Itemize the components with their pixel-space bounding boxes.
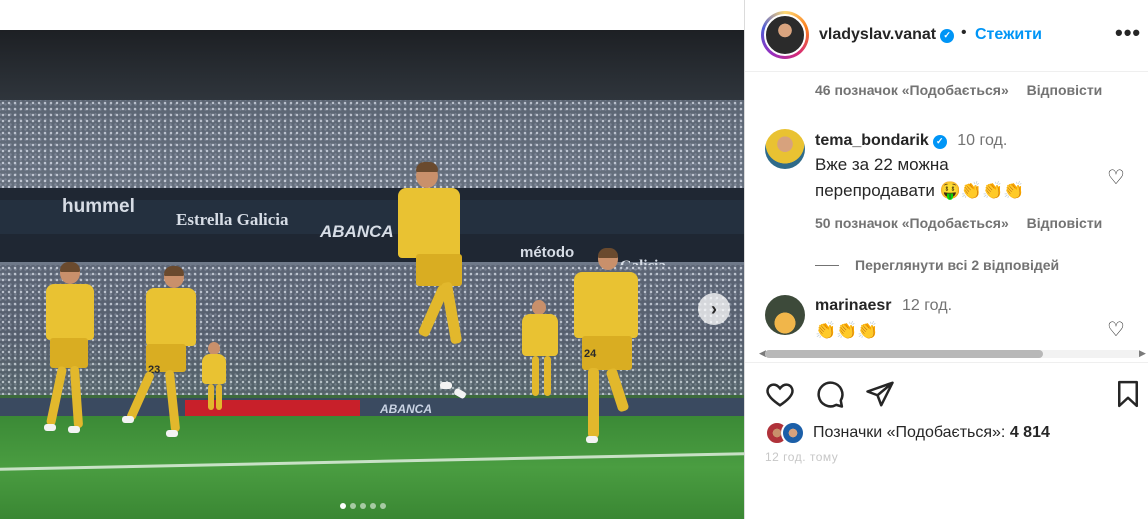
comment-body: Вже за 22 можна перепродавати 🤑👏👏👏	[815, 155, 1025, 200]
post-photo: hummel Estrella Galicia ABANCA método Ga…	[0, 30, 744, 519]
comment-time: 12 год.	[901, 297, 953, 314]
carousel-dots	[340, 503, 386, 509]
divider-line	[815, 264, 839, 266]
comments-pane: vladyslav.vanat ✓ • Стежити ••• 46 познач…	[744, 0, 1148, 519]
separator-dot: •	[961, 24, 967, 41]
share-icon[interactable]	[865, 379, 895, 409]
pitchside-board	[0, 398, 744, 416]
view-replies-button[interactable]: Переглянути всі 2 відповідей	[815, 257, 1059, 273]
comment-icon[interactable]	[815, 379, 845, 409]
verified-badge-icon: ✓	[932, 134, 947, 149]
comment-username[interactable]: marinaesr 12 год.	[815, 297, 952, 315]
author-username[interactable]: vladyslav.vanat ✓	[819, 26, 955, 44]
ad-abanca: ABANCA	[320, 222, 394, 241]
likes-summary[interactable]: Позначки «Подобається»: 4 814	[765, 420, 1050, 446]
carousel-dot[interactable]	[360, 503, 366, 509]
next-photo-button[interactable]: ›	[698, 293, 730, 325]
author-avatar[interactable]	[761, 11, 809, 59]
comment-meta-top: 46 позначок «Подобається» Відповісти	[815, 82, 1102, 98]
more-options-icon[interactable]: •••	[1115, 20, 1141, 46]
comment-like-heart-icon[interactable]: ♡	[1107, 320, 1129, 340]
commenter-avatar[interactable]	[765, 295, 805, 335]
verified-badge-icon: ✓	[940, 28, 955, 43]
comment-username[interactable]: tema_bondarik ✓ 10 год.	[815, 132, 1007, 150]
carousel-dot-active[interactable]	[340, 503, 346, 509]
bookmark-icon[interactable]	[1113, 379, 1143, 409]
ad-abanca-lower: ABANCA	[380, 402, 432, 416]
crowd-upper	[0, 100, 744, 190]
post-date: 12 год. тому	[765, 450, 839, 464]
player-number: 24	[584, 348, 597, 360]
scroll-right-icon[interactable]: ▶	[1139, 348, 1146, 359]
likes-count-text[interactable]: Позначки «Подобається»: 4 814	[813, 424, 1050, 442]
comment-likes-count[interactable]: 50 позначок «Подобається»	[815, 215, 1009, 231]
carousel-dot[interactable]	[380, 503, 386, 509]
comment-meta: 50 позначок «Подобається» Відповісти	[815, 215, 1102, 231]
commenter-avatar[interactable]	[765, 129, 805, 169]
comment-time: 10 год.	[957, 132, 1008, 149]
ad-hummel: hummel	[62, 196, 135, 217]
comment-body: 👏👏👏	[815, 321, 879, 340]
heart-icon[interactable]	[765, 379, 795, 409]
comment-likes-count[interactable]: 46 позначок «Подобається»	[815, 82, 1009, 98]
horizontal-scrollbar[interactable]: ◀ ▶	[759, 348, 1147, 358]
reply-button[interactable]: Відповісти	[1027, 215, 1103, 231]
stadium-roof	[0, 30, 744, 100]
carousel-dot[interactable]	[370, 503, 376, 509]
liker-avatar	[781, 421, 805, 445]
action-bar	[745, 362, 1148, 422]
media-pane: hummel Estrella Galicia ABANCA método Ga…	[0, 0, 744, 519]
ad-metodo: método	[520, 244, 575, 261]
scrollbar-thumb[interactable]	[765, 350, 1043, 358]
carousel-dot[interactable]	[350, 503, 356, 509]
chevron-right-icon: ›	[711, 298, 717, 319]
reply-button[interactable]: Відповісти	[1027, 82, 1103, 98]
comment-like-heart-icon[interactable]: ♡	[1107, 168, 1129, 188]
ad-estrella: Estrella Galicia	[176, 210, 289, 229]
follow-button[interactable]: Стежити	[975, 26, 1042, 44]
post-header: vladyslav.vanat ✓ • Стежити •••	[745, 0, 1148, 72]
